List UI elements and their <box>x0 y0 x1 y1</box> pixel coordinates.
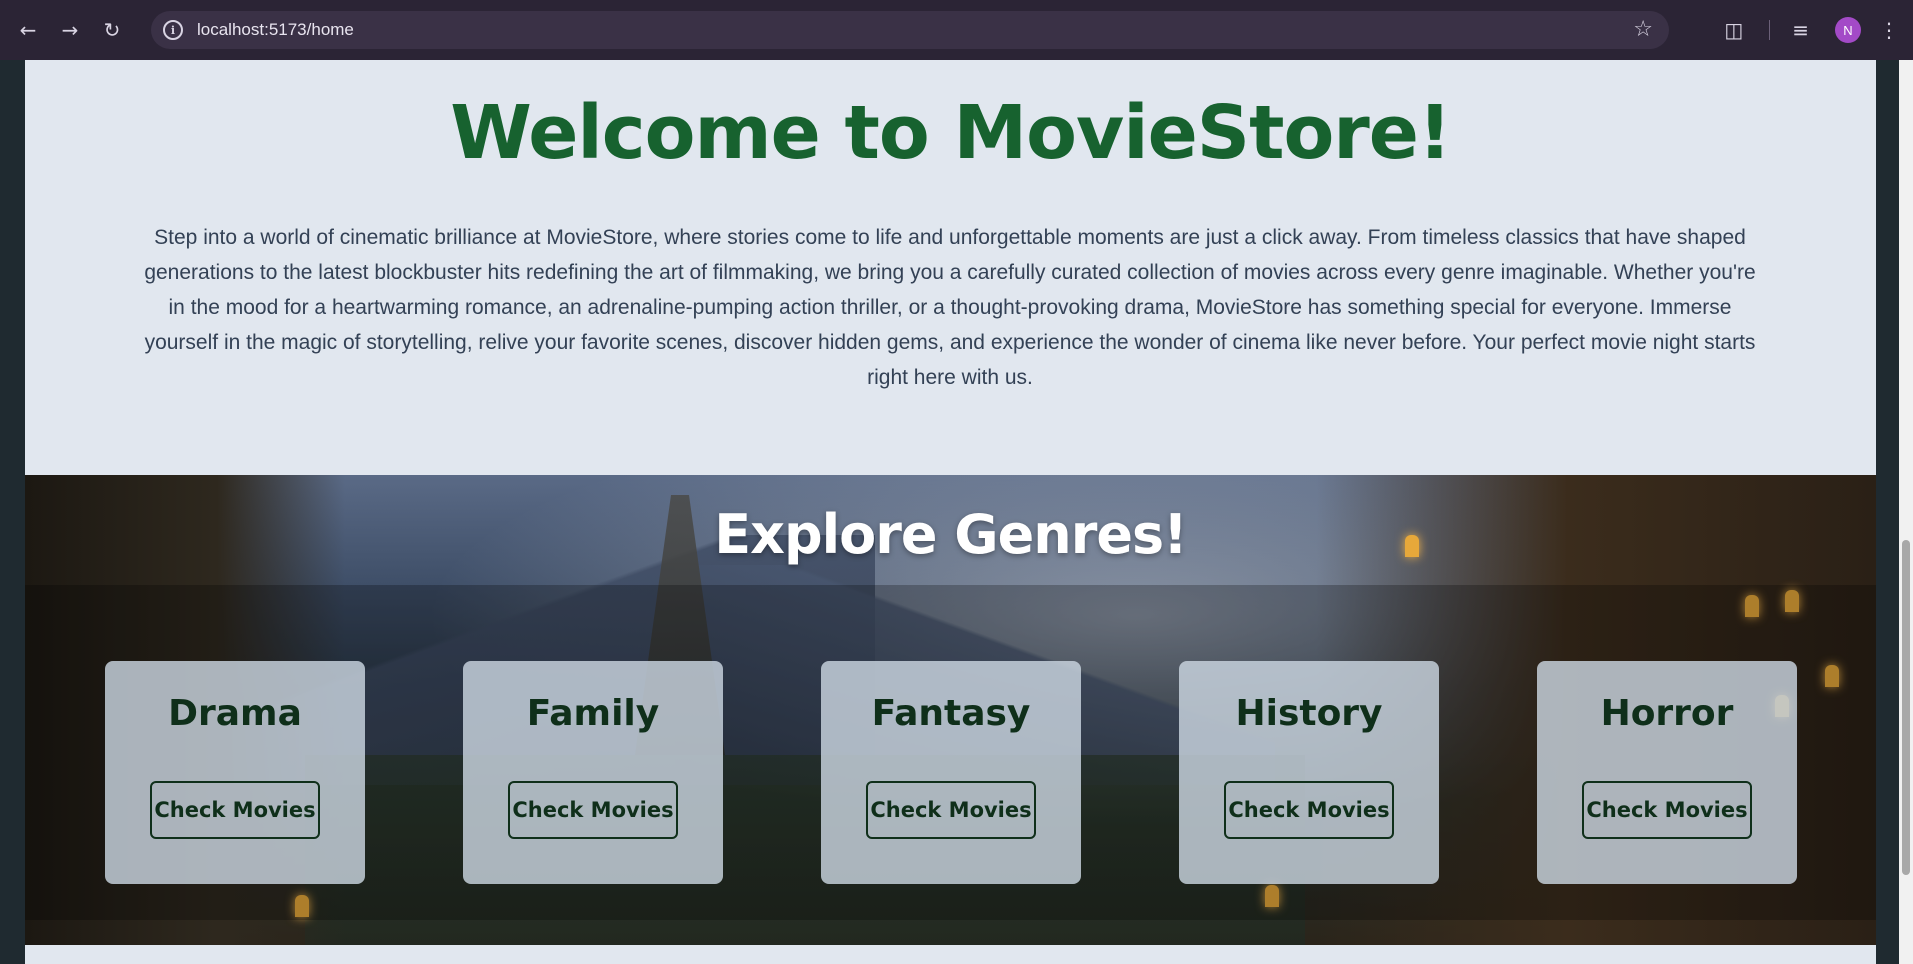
check-movies-button[interactable]: Check Movies <box>150 781 320 839</box>
bookmark-star-icon[interactable]: ☆ <box>1633 17 1653 42</box>
page-title: Welcome to MovieStore! <box>450 90 1452 176</box>
page-viewport: Welcome to MovieStore! Step into a world… <box>0 60 1913 964</box>
site-info-icon[interactable]: i <box>163 20 183 40</box>
genre-card-family: Family Check Movies <box>463 661 723 884</box>
menu-kebab-icon[interactable]: ⋮ <box>1879 18 1899 42</box>
check-movies-button[interactable]: Check Movies <box>508 781 678 839</box>
genre-card-title: Horror <box>1600 693 1734 734</box>
genre-card-title: Family <box>526 693 660 734</box>
genres-title: Explore Genres! <box>714 503 1187 566</box>
genre-card-drama: Drama Check Movies <box>105 661 365 884</box>
toolbar-divider <box>1769 20 1771 40</box>
extensions-icon[interactable]: ◫ <box>1724 18 1743 42</box>
check-movies-button[interactable]: Check Movies <box>1582 781 1752 839</box>
genre-card-title: Fantasy <box>871 693 1031 734</box>
genre-card-fantasy: Fantasy Check Movies <box>821 661 1081 884</box>
url-text[interactable]: localhost:5173/home <box>197 20 354 40</box>
welcome-section: Welcome to MovieStore! Step into a world… <box>25 60 1876 475</box>
scrollbar-thumb[interactable] <box>1902 540 1910 875</box>
genre-card-title: Drama <box>168 693 302 734</box>
address-bar[interactable]: i localhost:5173/home ☆ <box>151 11 1669 49</box>
page-scrollbar[interactable] <box>1899 60 1913 964</box>
reload-icon[interactable]: ↻ <box>98 16 126 44</box>
genres-section: Explore Genres! Drama Check Movies Famil… <box>25 475 1876 945</box>
check-movies-button[interactable]: Check Movies <box>1224 781 1394 839</box>
reading-list-icon[interactable]: ≡ <box>1792 18 1809 42</box>
welcome-description: Step into a world of cinematic brillianc… <box>144 226 1756 389</box>
genre-card-title: History <box>1235 693 1383 734</box>
check-movies-button[interactable]: Check Movies <box>866 781 1036 839</box>
genre-card-history: History Check Movies <box>1179 661 1439 884</box>
genre-card-horror: Horror Check Movies <box>1537 661 1797 884</box>
back-arrow-icon[interactable]: ← <box>14 16 42 44</box>
browser-toolbar: ← → ↻ i localhost:5173/home ☆ ◫ ≡ N ⋮ <box>0 0 1913 60</box>
profile-avatar[interactable]: N <box>1835 17 1861 43</box>
next-section-edge <box>25 945 1876 964</box>
forward-arrow-icon[interactable]: → <box>56 16 84 44</box>
